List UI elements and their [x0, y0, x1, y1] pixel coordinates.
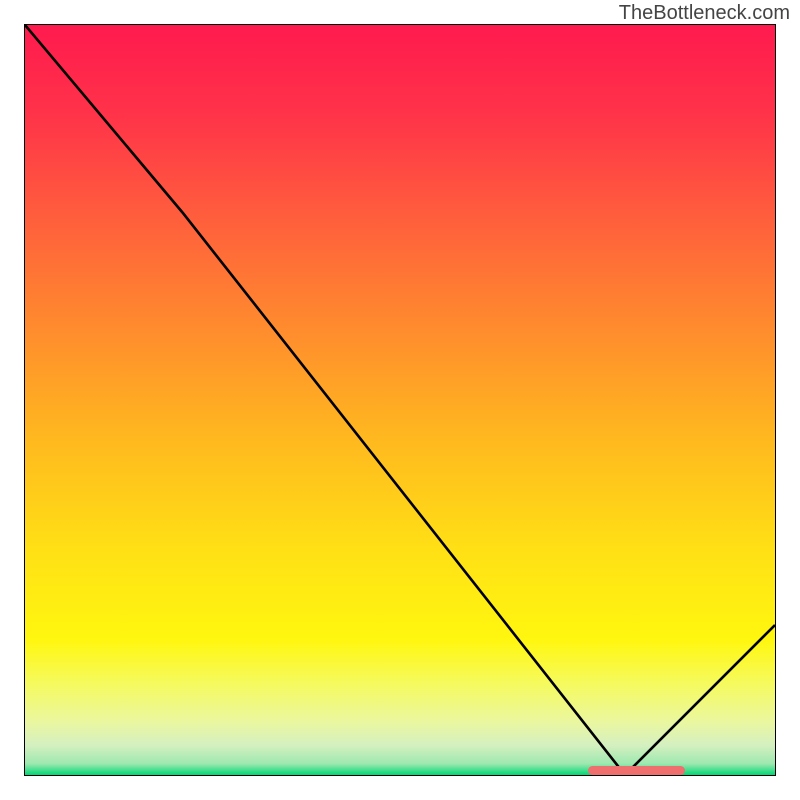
bottleneck-chart — [24, 24, 776, 776]
curve-line — [25, 25, 775, 775]
optimal-marker — [588, 766, 686, 775]
curve-polyline — [25, 25, 775, 775]
attribution-text: TheBottleneck.com — [619, 2, 790, 25]
